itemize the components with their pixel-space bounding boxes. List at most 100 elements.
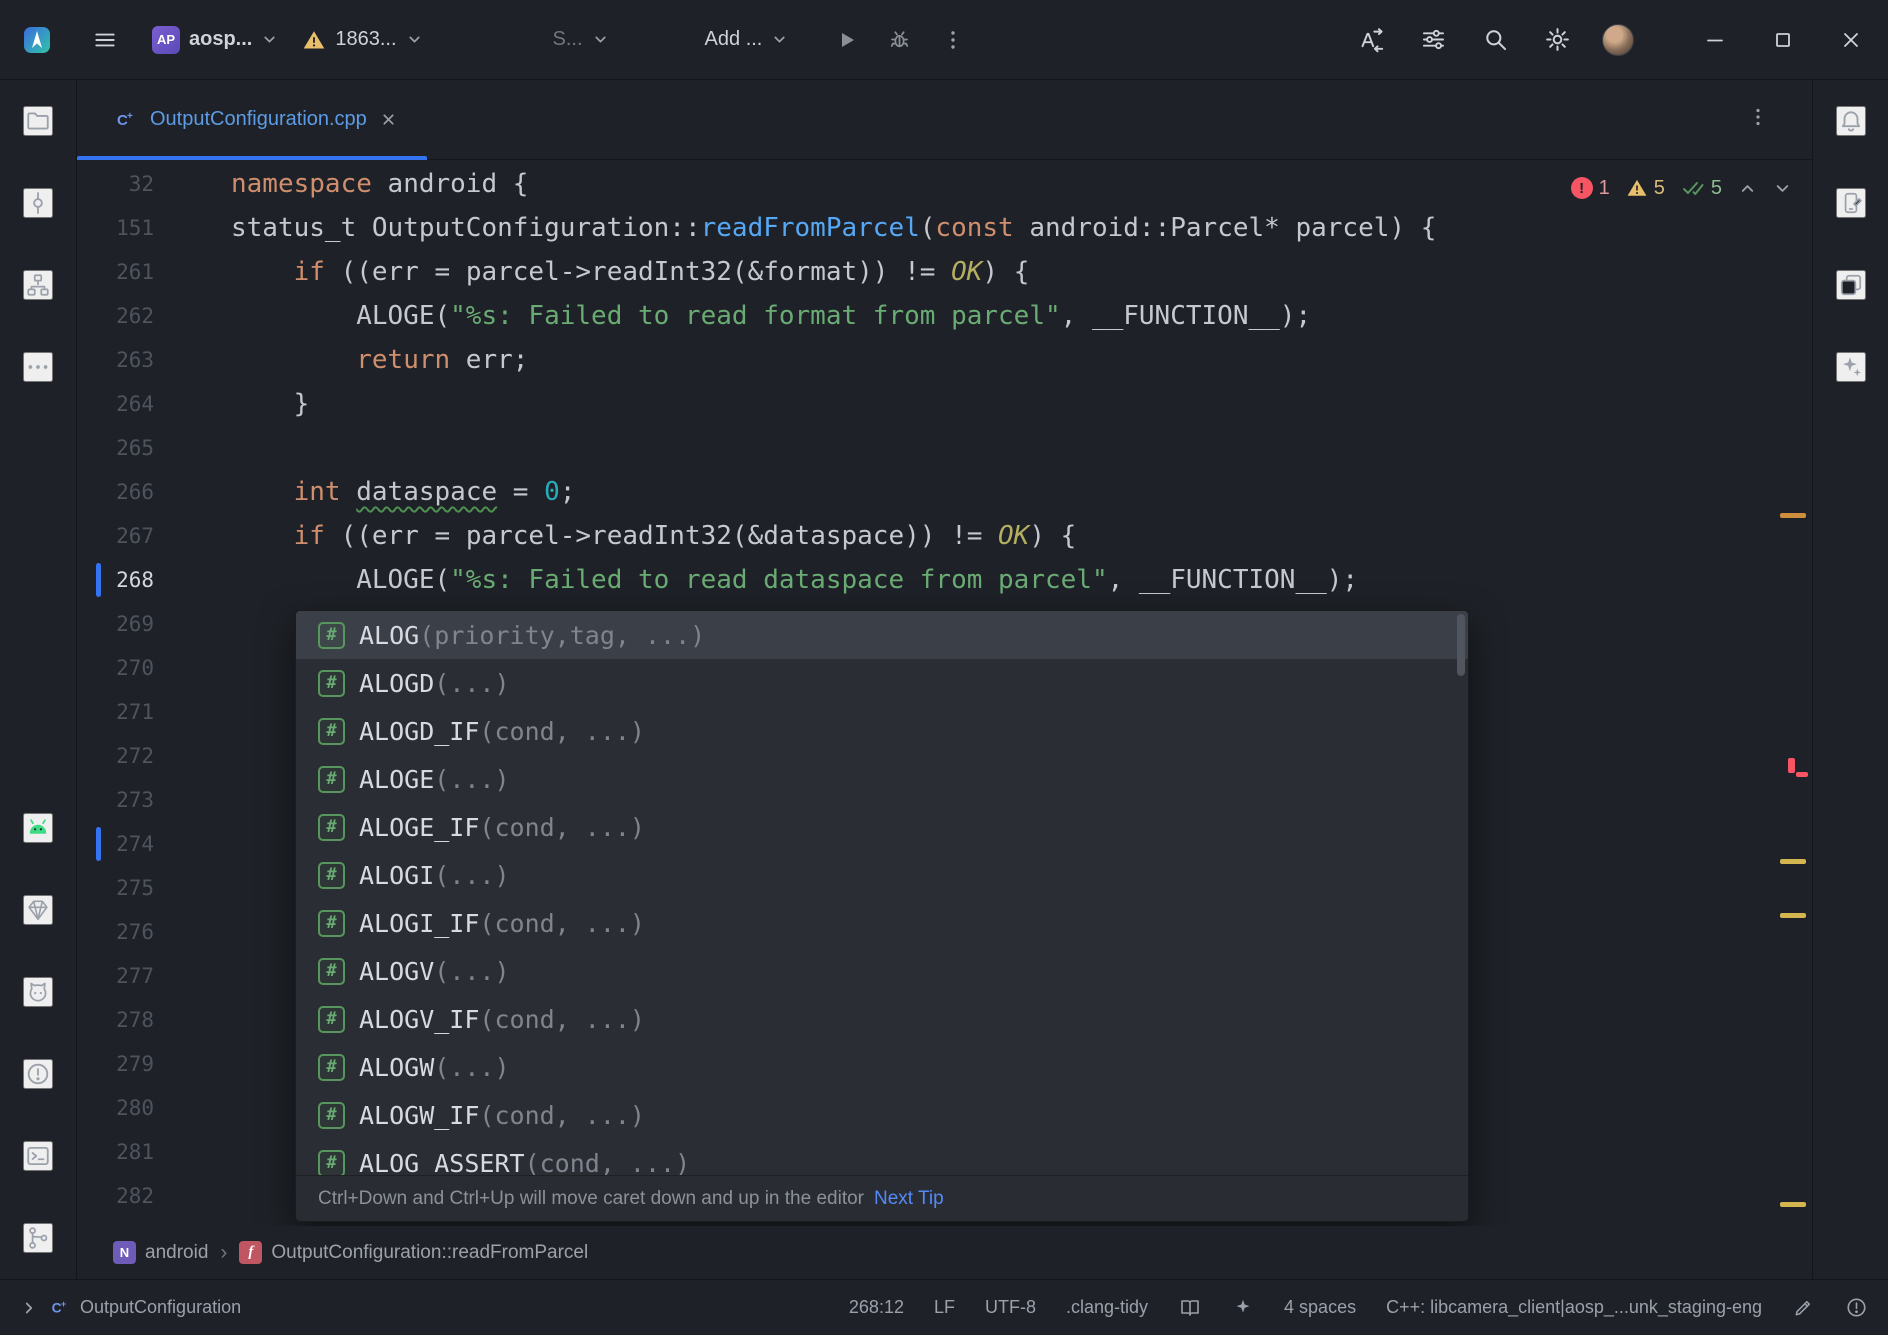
code-line[interactable]: 151status_t OutputConfiguration::readFro… — [77, 206, 1812, 250]
running-devices-icon[interactable] — [1836, 188, 1866, 218]
line-number[interactable]: 281 — [77, 1140, 154, 1164]
settings-gear-icon[interactable] — [1540, 23, 1574, 57]
inspections-widget[interactable]: !1 5 5 — [1571, 170, 1792, 206]
chevron-up-icon[interactable] — [1738, 179, 1757, 198]
gutter[interactable]: 276 — [77, 910, 231, 954]
sparkle-icon[interactable] — [1836, 352, 1866, 382]
completion-item[interactable]: #ALOGW_IF(cond, ...) — [296, 1091, 1468, 1139]
project-folder-icon[interactable] — [23, 106, 53, 136]
gutter[interactable]: 151 — [77, 206, 231, 250]
line-number[interactable]: 264 — [77, 392, 154, 416]
line-number[interactable]: 273 — [77, 788, 154, 812]
code-line[interactable]: 267 if ((err = parcel->readInt32(&datasp… — [77, 514, 1812, 558]
line-number[interactable]: 268 — [77, 568, 154, 592]
problems-icon[interactable] — [23, 1059, 53, 1089]
status-file-name[interactable]: OutputConfiguration — [80, 1297, 241, 1318]
chevron-right-icon[interactable] — [20, 1299, 38, 1317]
scrollbar-mark[interactable] — [1780, 913, 1806, 918]
line-number[interactable]: 266 — [77, 480, 154, 504]
code-line[interactable]: 262 ALOGE("%s: Failed to read format fro… — [77, 294, 1812, 338]
line-number[interactable]: 270 — [77, 656, 154, 680]
completion-item[interactable]: #ALOGV(...) — [296, 947, 1468, 995]
gutter[interactable]: 281 — [77, 1130, 231, 1174]
line-number[interactable]: 280 — [77, 1096, 154, 1120]
gutter[interactable]: 265 — [77, 426, 231, 470]
scrollbar-mark[interactable] — [1796, 772, 1808, 777]
scrollbar-mark[interactable] — [1780, 513, 1806, 518]
more-tools-icon[interactable] — [23, 352, 53, 382]
gutter[interactable]: 264 — [77, 382, 231, 426]
gutter[interactable]: 263 — [77, 338, 231, 382]
indent-setting[interactable]: 4 spaces — [1284, 1297, 1356, 1318]
completion-item[interactable]: #ALOGI_IF(cond, ...) — [296, 899, 1468, 947]
code-line[interactable]: 32namespace android { — [77, 162, 1812, 206]
gutter[interactable]: 282 — [77, 1174, 231, 1218]
search-icon[interactable] — [1478, 23, 1512, 57]
gutter[interactable]: 273 — [77, 778, 231, 822]
debug-icon[interactable] — [882, 23, 916, 57]
terminal-icon[interactable] — [23, 1141, 53, 1171]
line-number[interactable]: 277 — [77, 964, 154, 988]
close-icon[interactable] — [380, 111, 397, 128]
edit-pencil-icon[interactable] — [1792, 1296, 1815, 1319]
line-number[interactable]: 274 — [77, 832, 154, 856]
maximize-button[interactable] — [1766, 23, 1800, 57]
line-number[interactable]: 262 — [77, 304, 154, 328]
gutter[interactable]: 272 — [77, 734, 231, 778]
gutter[interactable]: 271 — [77, 690, 231, 734]
git-branch-icon[interactable] — [23, 1223, 53, 1253]
editor[interactable]: 32namespace android {151status_t OutputC… — [77, 160, 1812, 1226]
gutter[interactable]: 268 — [77, 558, 231, 602]
clang-tidy-widget[interactable]: .clang-tidy — [1066, 1297, 1148, 1318]
completion-item[interactable]: #ALOGW(...) — [296, 1043, 1468, 1091]
gutter[interactable]: 279 — [77, 1042, 231, 1086]
line-number[interactable]: 272 — [77, 744, 154, 768]
line-number[interactable]: 279 — [77, 1052, 154, 1076]
scrollbar-mark[interactable] — [1780, 1202, 1806, 1207]
minimize-button[interactable] — [1698, 23, 1732, 57]
code-line[interactable]: 261 if ((err = parcel->readInt32(&format… — [77, 250, 1812, 294]
line-number[interactable]: 263 — [77, 348, 154, 372]
reader-mode-icon[interactable] — [1178, 1296, 1202, 1320]
line-number[interactable]: 278 — [77, 1008, 154, 1032]
add-device-selector[interactable]: Add ... — [705, 28, 789, 51]
branch-selector[interactable]: 1863... — [302, 28, 422, 52]
gutter[interactable]: 274 — [77, 822, 231, 866]
code-line[interactable]: 266 int dataspace = 0; — [77, 470, 1812, 514]
gutter[interactable]: 261 — [77, 250, 231, 294]
android-logcat-icon[interactable] — [23, 813, 53, 843]
cpp-resolve-context[interactable]: C++: libcamera_client|aosp_...unk_stagin… — [1386, 1297, 1762, 1318]
completion-item[interactable]: #ALOG_ASSERT(cond, ...) — [296, 1139, 1468, 1175]
line-number[interactable]: 271 — [77, 700, 154, 724]
run-icon[interactable] — [830, 23, 864, 57]
line-number[interactable]: 282 — [77, 1184, 154, 1208]
scrollbar-mark[interactable] — [1788, 758, 1795, 773]
notifications-bell-icon[interactable] — [1836, 106, 1866, 136]
gutter[interactable]: 269 — [77, 602, 231, 646]
line-number[interactable]: 267 — [77, 524, 154, 548]
more-actions-icon[interactable] — [936, 23, 970, 57]
gutter[interactable]: 280 — [77, 1086, 231, 1130]
next-tip-link[interactable]: Next Tip — [874, 1188, 944, 1210]
scrollbar-mark[interactable] — [1780, 859, 1806, 864]
gutter[interactable]: 262 — [77, 294, 231, 338]
completion-item[interactable]: #ALOGV_IF(cond, ...) — [296, 995, 1468, 1043]
line-ending[interactable]: LF — [934, 1297, 955, 1318]
gutter[interactable]: 277 — [77, 954, 231, 998]
breadcrumb-namespace[interactable]: N android — [113, 1241, 208, 1264]
hamburger-menu-icon[interactable] — [88, 23, 122, 57]
cat-icon[interactable] — [23, 977, 53, 1007]
line-number[interactable]: 265 — [77, 436, 154, 460]
completion-item[interactable]: #ALOGE(...) — [296, 755, 1468, 803]
gutter[interactable]: 275 — [77, 866, 231, 910]
line-number[interactable]: 32 — [77, 172, 154, 196]
error-indicator-icon[interactable] — [1845, 1296, 1868, 1319]
gutter[interactable]: 278 — [77, 998, 231, 1042]
gutter[interactable]: 267 — [77, 514, 231, 558]
gem-icon[interactable] — [23, 895, 53, 925]
completion-item[interactable]: #ALOGI(...) — [296, 851, 1468, 899]
user-avatar[interactable] — [1602, 24, 1634, 56]
line-number[interactable]: 269 — [77, 612, 154, 636]
gutter[interactable]: 270 — [77, 646, 231, 690]
code-line[interactable]: 268 ALOGE("%s: Failed to read dataspace … — [77, 558, 1812, 602]
